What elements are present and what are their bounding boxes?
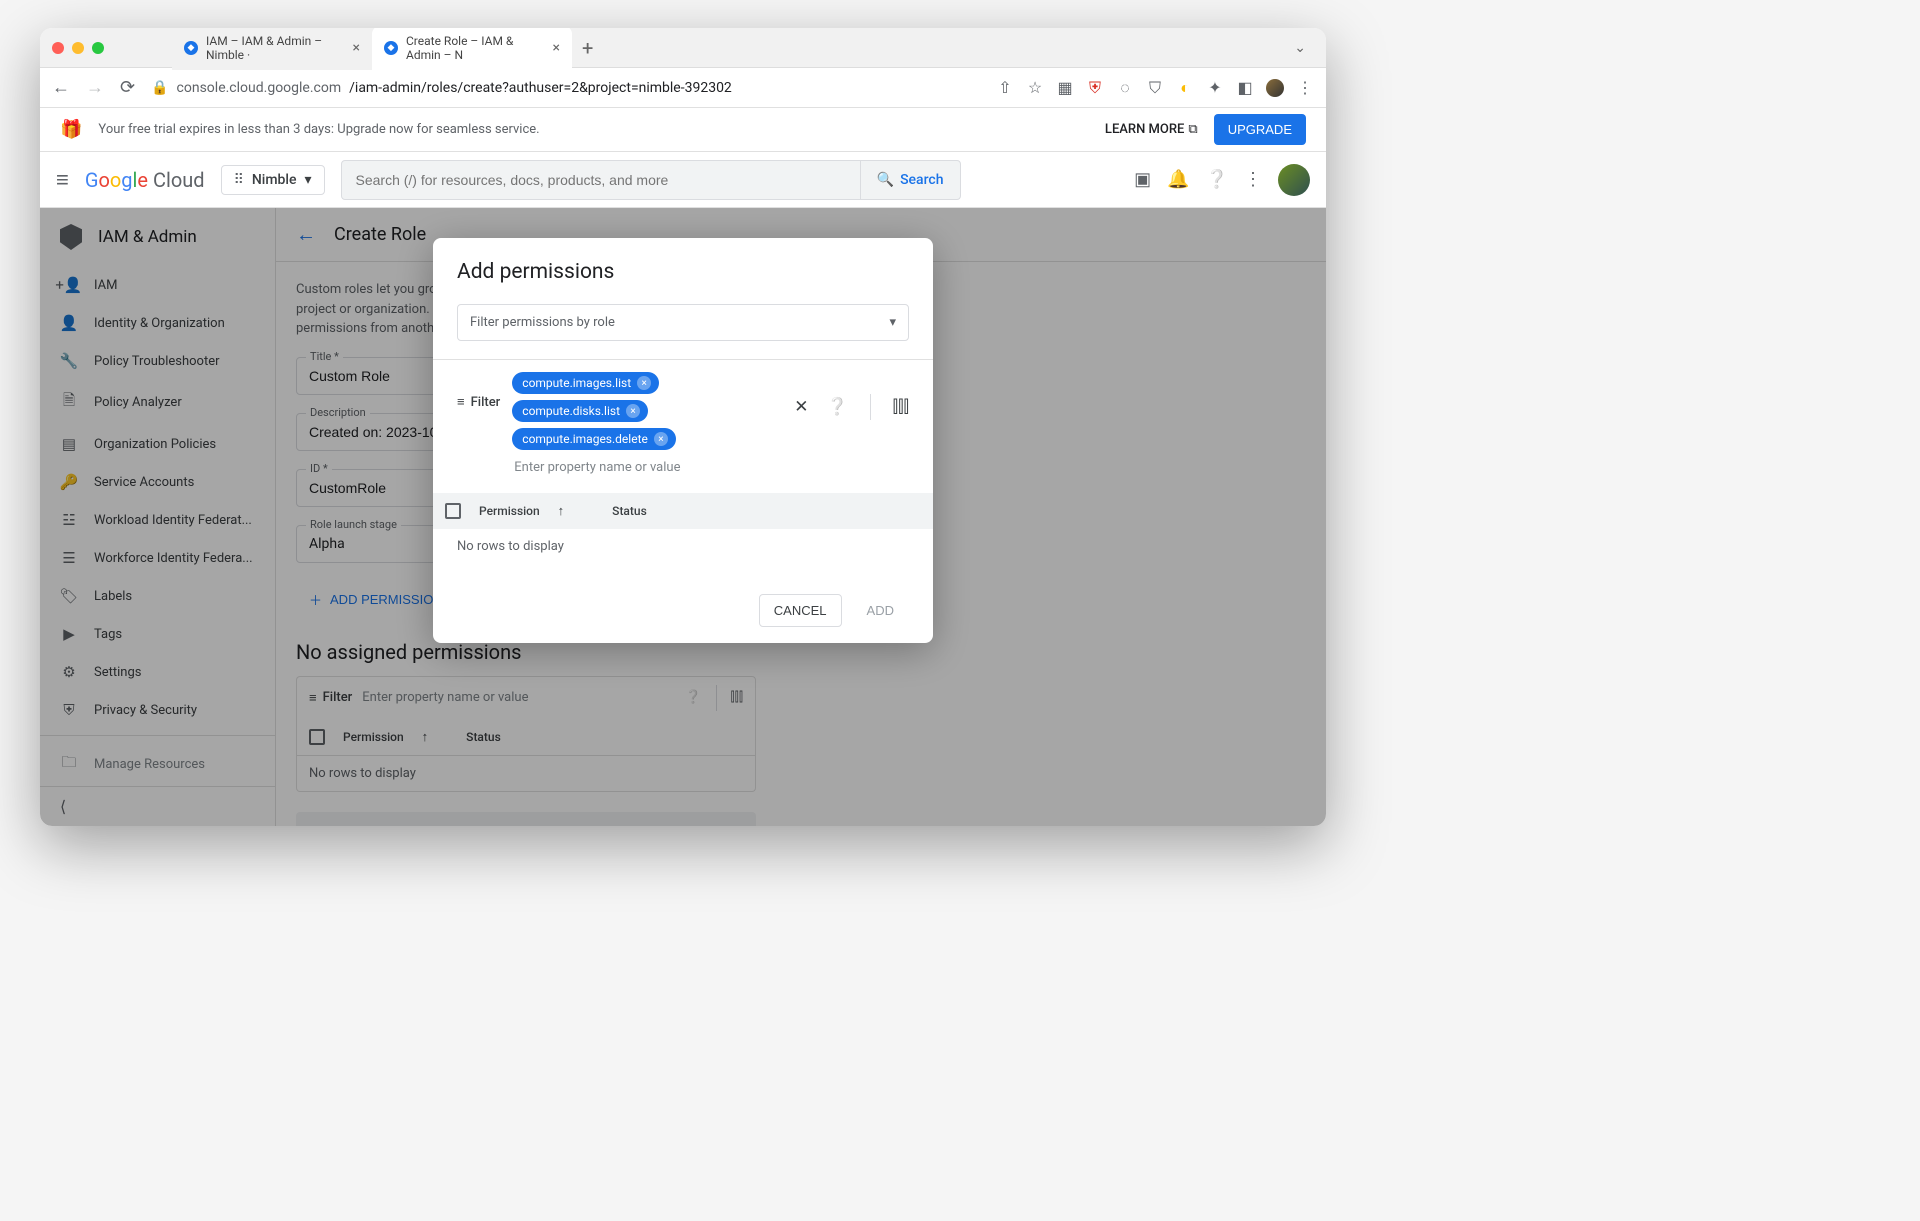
account-avatar[interactable] — [1278, 164, 1310, 196]
cloud-shell-icon[interactable]: ▣ — [1134, 169, 1151, 190]
share-icon[interactable]: ⇧ — [996, 79, 1014, 97]
kebab-icon[interactable]: ⋮ — [1296, 79, 1314, 97]
extensions-puzzle-icon[interactable]: ✦ — [1206, 79, 1224, 97]
browser-tab-1[interactable]: ◆ IAM – IAM & Admin – Nimble · × — [172, 28, 372, 70]
add-permissions-dialog: Add permissions Filter permissions by ro… — [433, 238, 933, 643]
columns-icon[interactable]: ⫿⫿⫿ — [893, 397, 909, 417]
search-box[interactable]: 🔍 Search — [341, 160, 961, 200]
filter-icon: ≡ — [457, 394, 465, 410]
sort-asc-icon[interactable]: ↑ — [558, 503, 565, 519]
favicon-icon: ◆ — [384, 41, 398, 55]
extension-icon[interactable]: ⛨ — [1086, 79, 1104, 97]
filter-chip[interactable]: compute.disks.list× — [512, 400, 648, 422]
extension-icon[interactable]: ⛉ — [1146, 79, 1164, 97]
help-icon[interactable]: ❔ — [827, 397, 848, 417]
address-bar[interactable]: 🔒 console.cloud.google.com/iam-admin/rol… — [151, 80, 980, 96]
profile-avatar[interactable] — [1266, 79, 1284, 97]
trial-banner: 🎁 Your free trial expires in less than 3… — [40, 108, 1326, 152]
back-icon[interactable]: ← — [52, 77, 70, 98]
add-button[interactable]: ADD — [852, 594, 909, 627]
trial-text: Your free trial expires in less than 3 d… — [98, 122, 539, 137]
hamburger-icon[interactable]: ≡ — [56, 167, 69, 193]
dropdown-icon: ▾ — [889, 315, 896, 330]
sidepanel-icon[interactable]: ◧ — [1236, 79, 1254, 97]
project-selector[interactable]: ⠿ Nimble ▾ — [221, 165, 325, 195]
dialog-title: Add permissions — [457, 260, 909, 284]
url-path: /iam-admin/roles/create?authuser=2&proje… — [349, 80, 732, 96]
tab-title: IAM – IAM & Admin – Nimble · — [206, 34, 345, 62]
tab-title: Create Role – IAM & Admin – N — [406, 34, 545, 62]
external-link-icon: ⧉ — [1188, 122, 1197, 137]
console-header: ≡ Google Cloud ⠿ Nimble ▾ 🔍 Search ▣ 🔔 ❔… — [40, 152, 1326, 208]
close-icon[interactable]: × — [353, 40, 360, 56]
kebab-icon[interactable]: ⋮ — [1244, 169, 1262, 190]
cancel-button[interactable]: CANCEL — [759, 594, 842, 627]
tab-list-icon[interactable]: ⌄ — [1294, 40, 1314, 56]
window-titlebar: ◆ IAM – IAM & Admin – Nimble · × ◆ Creat… — [40, 28, 1326, 68]
select-all-checkbox[interactable] — [445, 503, 461, 519]
search-button[interactable]: 🔍 Search — [860, 161, 960, 199]
chip-remove-icon[interactable]: × — [637, 376, 651, 390]
window-maximize-icon[interactable] — [92, 42, 104, 54]
extension-icon[interactable]: ▦ — [1056, 79, 1074, 97]
filter-chip[interactable]: compute.images.delete× — [512, 428, 676, 450]
help-icon[interactable]: ❔ — [1206, 169, 1228, 190]
filter-label: ≡ Filter — [457, 372, 500, 410]
chip-remove-icon[interactable]: × — [626, 404, 640, 418]
star-icon[interactable]: ☆ — [1026, 79, 1044, 97]
learn-more-link[interactable]: LEARN MORE ⧉ — [1105, 122, 1198, 137]
close-icon[interactable]: × — [553, 40, 560, 56]
chip-remove-icon[interactable]: × — [654, 432, 668, 446]
notification-icon[interactable]: 🔔 — [1167, 169, 1189, 190]
dialog-no-rows: No rows to display — [457, 529, 909, 564]
modal-overlay: Add permissions Filter permissions by ro… — [40, 208, 1326, 826]
filter-input[interactable]: Enter property name or value — [512, 456, 782, 479]
reload-icon[interactable]: ⟳ — [120, 77, 135, 98]
dialog-table-header: Permission ↑ Status — [433, 493, 933, 529]
extension-icon[interactable]: ◐ — [1176, 79, 1194, 97]
col-permission[interactable]: Permission — [479, 504, 540, 518]
search-icon: 🔍 — [877, 172, 894, 188]
search-input[interactable] — [342, 172, 860, 188]
browser-tab-2[interactable]: ◆ Create Role – IAM & Admin – N × — [372, 28, 572, 70]
filter-by-role-select[interactable]: Filter permissions by role ▾ — [457, 304, 909, 341]
new-tab-button[interactable]: + — [572, 36, 603, 60]
window-close-icon[interactable] — [52, 42, 64, 54]
window-minimize-icon[interactable] — [72, 42, 84, 54]
logo[interactable]: Google Cloud — [85, 168, 205, 192]
dropdown-icon: ▾ — [304, 172, 311, 188]
url-host: console.cloud.google.com — [177, 80, 342, 96]
project-icon: ⠿ — [234, 172, 244, 188]
extension-icon[interactable]: ◌ — [1116, 79, 1134, 97]
gift-icon: 🎁 — [60, 119, 82, 140]
project-name: Nimble — [252, 172, 297, 188]
browser-toolbar: ← → ⟳ 🔒 console.cloud.google.com/iam-adm… — [40, 68, 1326, 108]
forward-icon: → — [86, 77, 104, 98]
filter-chip[interactable]: compute.images.list× — [512, 372, 659, 394]
col-status[interactable]: Status — [612, 504, 647, 518]
upgrade-button[interactable]: UPGRADE — [1214, 114, 1306, 145]
clear-icon[interactable]: ✕ — [794, 397, 808, 417]
favicon-icon: ◆ — [184, 41, 198, 55]
lock-icon: 🔒 — [151, 80, 168, 96]
